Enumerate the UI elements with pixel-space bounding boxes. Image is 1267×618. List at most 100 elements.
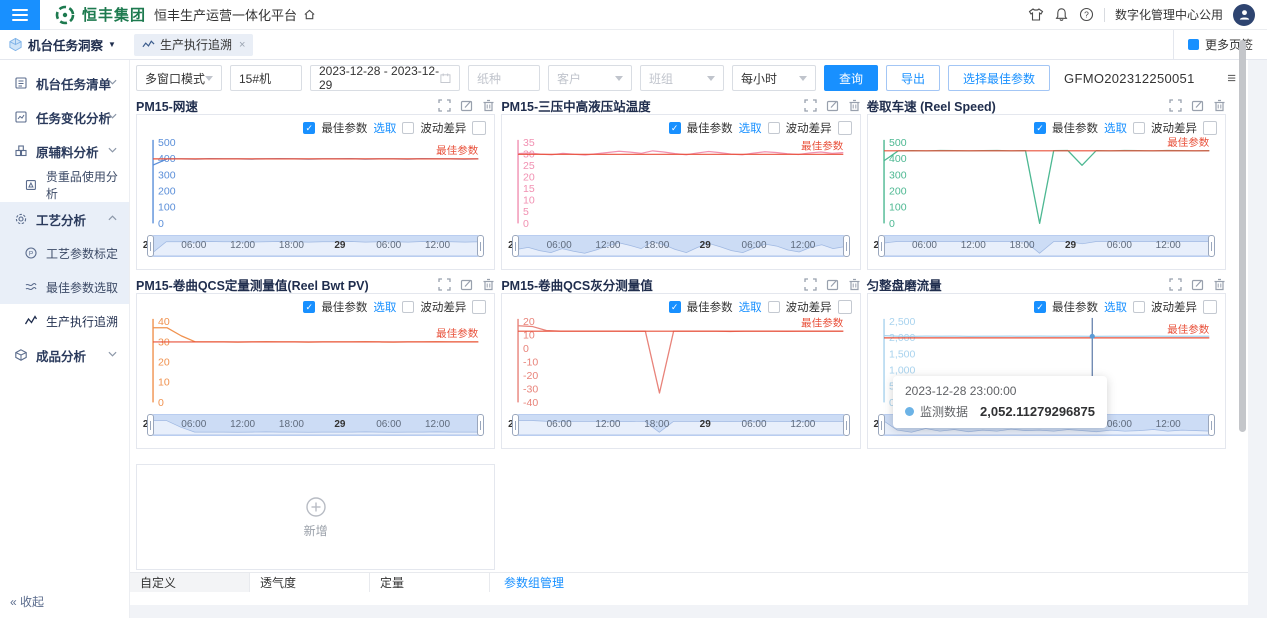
sidebar-item-最佳参数选取[interactable]: 最佳参数选取 bbox=[0, 270, 129, 304]
datazoom-right-handle[interactable] bbox=[477, 235, 484, 257]
team-select[interactable]: 班组 bbox=[640, 65, 724, 91]
add-chart-panel-button[interactable]: 新增 bbox=[136, 464, 495, 570]
datazoom-band[interactable] bbox=[151, 414, 480, 436]
query-button[interactable]: 查询 bbox=[824, 65, 878, 91]
sidebar-item-成品分析[interactable]: 成品分析 bbox=[0, 338, 129, 372]
list-menu-icon[interactable]: ≡ bbox=[1227, 70, 1236, 87]
fluctuation-checkbox[interactable] bbox=[768, 122, 780, 134]
pick-link[interactable]: 选取 bbox=[739, 120, 762, 136]
chart-plot[interactable]: -40-30-20-1001020最佳参数 bbox=[510, 316, 851, 412]
edit-icon[interactable] bbox=[826, 278, 839, 291]
delete-icon[interactable] bbox=[482, 99, 495, 112]
edit-icon[interactable] bbox=[460, 99, 473, 112]
datazoom-slider[interactable]: 2806:0012:0018:002906:0012:00 bbox=[510, 235, 851, 257]
datazoom-band[interactable] bbox=[516, 414, 845, 436]
datazoom-right-handle[interactable] bbox=[477, 414, 484, 436]
sidebar-item-工艺参数标定[interactable]: P工艺参数标定 bbox=[0, 236, 129, 270]
pick-link[interactable]: 选取 bbox=[1104, 299, 1127, 315]
machine-input[interactable]: 15#机 bbox=[230, 65, 302, 91]
vertical-scrollbar[interactable] bbox=[1239, 40, 1246, 432]
edit-icon[interactable] bbox=[826, 99, 839, 112]
pick-link[interactable]: 选取 bbox=[1104, 120, 1127, 136]
user-avatar[interactable] bbox=[1233, 4, 1255, 26]
delete-icon[interactable] bbox=[1213, 99, 1226, 112]
module-switcher[interactable]: 机台任务洞察 ▼ bbox=[0, 35, 130, 54]
fluctuation-checkbox[interactable] bbox=[768, 301, 780, 313]
datazoom-right-handle[interactable] bbox=[843, 235, 850, 257]
best-param-checkbox[interactable]: ✓ bbox=[669, 122, 681, 134]
datazoom-band[interactable] bbox=[882, 235, 1211, 257]
fluctuation-checkbox[interactable] bbox=[402, 301, 414, 313]
delete-icon[interactable] bbox=[1213, 278, 1226, 291]
chart-plot[interactable]: 0100200300400500最佳参数 bbox=[145, 137, 486, 233]
datazoom-left-handle[interactable] bbox=[878, 235, 885, 257]
close-icon[interactable]: × bbox=[239, 39, 245, 51]
notification-bell-icon[interactable] bbox=[1054, 7, 1069, 22]
datazoom-left-handle[interactable] bbox=[878, 414, 885, 436]
sidebar-item-工艺分析[interactable]: 工艺分析 bbox=[0, 202, 129, 236]
fullscreen-icon[interactable] bbox=[1169, 99, 1182, 112]
datazoom-left-handle[interactable] bbox=[147, 235, 154, 257]
best-param-checkbox[interactable]: ✓ bbox=[303, 122, 315, 134]
chart-plot[interactable]: 010203040最佳参数 bbox=[145, 316, 486, 412]
customer-select[interactable]: 客户 bbox=[548, 65, 632, 91]
panel-select-checkbox[interactable] bbox=[838, 300, 852, 314]
pick-link[interactable]: 选取 bbox=[373, 120, 396, 136]
fluctuation-checkbox[interactable] bbox=[1133, 122, 1145, 134]
datazoom-slider[interactable]: 2806:0012:0018:002906:0012:00 bbox=[876, 235, 1217, 257]
edit-icon[interactable] bbox=[1191, 278, 1204, 291]
pick-link[interactable]: 选取 bbox=[373, 299, 396, 315]
datazoom-right-handle[interactable] bbox=[1208, 235, 1215, 257]
chart-plot[interactable]: 0100200300400500最佳参数 bbox=[876, 137, 1217, 233]
datazoom-band[interactable] bbox=[151, 235, 480, 257]
datazoom-right-handle[interactable] bbox=[843, 414, 850, 436]
hamburger-menu-icon[interactable] bbox=[0, 0, 40, 30]
fullscreen-icon[interactable] bbox=[438, 278, 451, 291]
panel-select-checkbox[interactable] bbox=[1203, 121, 1217, 135]
help-icon[interactable]: ? bbox=[1079, 7, 1094, 22]
best-param-checkbox[interactable]: ✓ bbox=[303, 301, 315, 313]
home-icon[interactable] bbox=[303, 8, 316, 21]
best-param-checkbox[interactable]: ✓ bbox=[1034, 301, 1046, 313]
fullscreen-icon[interactable] bbox=[438, 99, 451, 112]
chart-plot[interactable]: 05101520253035最佳参数 bbox=[510, 137, 851, 233]
theme-shirt-icon[interactable] bbox=[1028, 7, 1044, 22]
datazoom-right-handle[interactable] bbox=[1208, 414, 1215, 436]
fullscreen-icon[interactable] bbox=[804, 99, 817, 112]
sidebar-item-贵重品使用分析[interactable]: 贵重品使用分析 bbox=[0, 168, 129, 202]
interval-select[interactable]: 每小时 bbox=[732, 65, 816, 91]
delete-icon[interactable] bbox=[848, 99, 861, 112]
datazoom-slider[interactable]: 2806:0012:0018:002906:0012:00 bbox=[145, 414, 486, 436]
datazoom-left-handle[interactable] bbox=[512, 414, 519, 436]
datazoom-slider[interactable]: 2806:0012:0018:002906:0012:00 bbox=[510, 414, 851, 436]
export-button[interactable]: 导出 bbox=[886, 65, 940, 91]
fullscreen-icon[interactable] bbox=[804, 278, 817, 291]
date-range-picker[interactable]: 2023-12-28 - 2023-12-29 bbox=[310, 65, 460, 91]
panel-select-checkbox[interactable] bbox=[472, 121, 486, 135]
paper-type-input[interactable]: 纸种 bbox=[468, 65, 540, 91]
datazoom-slider[interactable]: 2806:0012:0018:002906:0012:00 bbox=[145, 235, 486, 257]
delete-icon[interactable] bbox=[482, 278, 495, 291]
panel-select-checkbox[interactable] bbox=[472, 300, 486, 314]
fullscreen-icon[interactable] bbox=[1169, 278, 1182, 291]
tab-production-trace[interactable]: 生产执行追溯 × bbox=[134, 34, 253, 56]
fluctuation-checkbox[interactable] bbox=[1133, 301, 1145, 313]
datazoom-left-handle[interactable] bbox=[512, 235, 519, 257]
panel-select-checkbox[interactable] bbox=[838, 121, 852, 135]
collapse-sidebar-button[interactable]: « 收起 bbox=[10, 593, 44, 610]
sidebar-item-机台任务清单[interactable]: 机台任务清单 bbox=[0, 66, 129, 100]
best-param-checkbox[interactable]: ✓ bbox=[669, 301, 681, 313]
bottom-tab-参数组管理[interactable]: 参数组管理 bbox=[490, 573, 578, 592]
edit-icon[interactable] bbox=[1191, 99, 1204, 112]
bottom-tab-定量[interactable]: 定量 bbox=[370, 573, 490, 592]
best-param-checkbox[interactable]: ✓ bbox=[1034, 122, 1046, 134]
sidebar-item-生产执行追溯[interactable]: 生产执行追溯 bbox=[0, 304, 129, 338]
bottom-tab-透气度[interactable]: 透气度 bbox=[250, 573, 370, 592]
window-mode-select[interactable]: 多窗口模式 bbox=[136, 65, 222, 91]
fluctuation-checkbox[interactable] bbox=[402, 122, 414, 134]
datazoom-band[interactable] bbox=[516, 235, 845, 257]
datazoom-left-handle[interactable] bbox=[147, 414, 154, 436]
sidebar-item-任务变化分析[interactable]: 任务变化分析 bbox=[0, 100, 129, 134]
select-best-param-button[interactable]: 选择最佳参数 bbox=[948, 65, 1050, 91]
edit-icon[interactable] bbox=[460, 278, 473, 291]
